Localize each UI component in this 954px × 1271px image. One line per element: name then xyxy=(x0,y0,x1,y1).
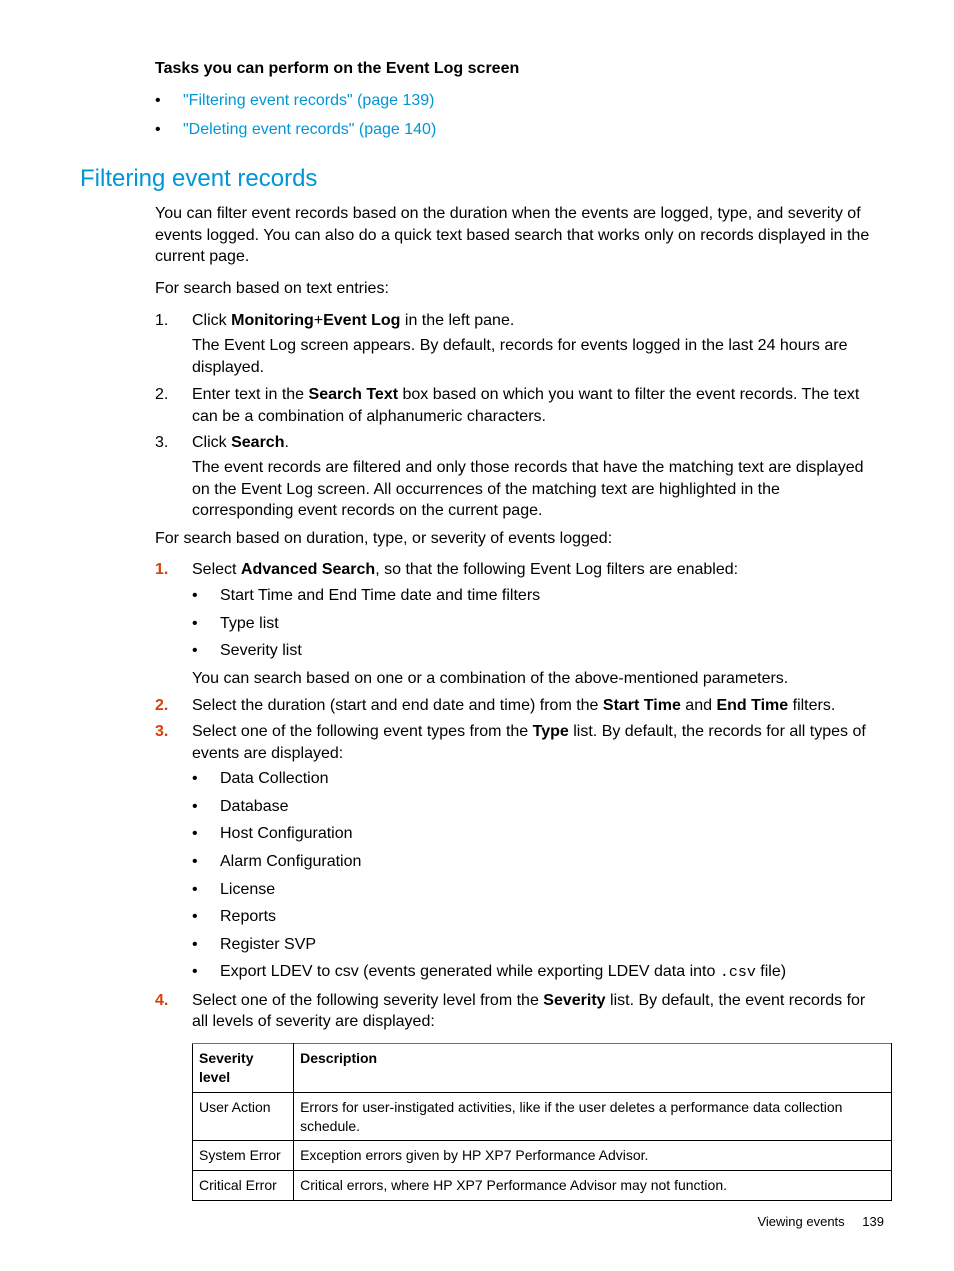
sub-bullet-text: Severity list xyxy=(220,640,302,662)
bullet-icon: • xyxy=(155,119,183,141)
table-header: Description xyxy=(294,1043,892,1092)
sub-bullet-text: Start Time and End Time date and time fi… xyxy=(220,585,540,607)
sub-bullet-row: •Register SVP xyxy=(192,934,884,956)
bullet-icon: • xyxy=(192,934,220,956)
sub-bullet-text: Export LDEV to csv (events generated whi… xyxy=(220,961,786,983)
bullet-icon: • xyxy=(192,906,220,928)
section-heading: Filtering event records xyxy=(80,163,884,195)
table-row: System Error Exception errors given by H… xyxy=(193,1141,892,1171)
sub-bullet-row: •License xyxy=(192,879,884,901)
sub-bullet-text: Register SVP xyxy=(220,934,316,956)
adv-step-row: 2. Select the duration (start and end da… xyxy=(155,695,884,717)
footer-label: Viewing events xyxy=(757,1214,844,1229)
step-number: 4. xyxy=(155,990,192,1012)
task-link-row: • "Filtering event records" (page 139) xyxy=(155,90,884,112)
sub-bullet-row: • Type list xyxy=(192,613,884,635)
step-row: 2. Enter text in the Search Text box bas… xyxy=(155,384,884,427)
sub-bullet-text: Host Configuration xyxy=(220,823,353,845)
step-body: Enter text in the Search Text box based … xyxy=(192,384,884,427)
table-row: Critical Error Critical errors, where HP… xyxy=(193,1171,892,1201)
sub-bullet-text: License xyxy=(220,879,275,901)
bullet-icon: • xyxy=(192,585,220,607)
severity-table: Severity level Description User Action E… xyxy=(192,1043,892,1201)
sub-bullet-row: •Database xyxy=(192,796,884,818)
bullet-icon: • xyxy=(192,613,220,635)
sub-bullet-row: •Alarm Configuration xyxy=(192,851,884,873)
table-cell: Errors for user-instigated activities, l… xyxy=(294,1092,892,1141)
step-row: 1. Click Monitoring+Event Log in the lef… xyxy=(155,310,884,332)
sub-bullet-row: • Export LDEV to csv (events generated w… xyxy=(192,961,884,983)
adv-step-row: 3. Select one of the following event typ… xyxy=(155,721,884,764)
table-cell: Critical errors, where HP XP7 Performanc… xyxy=(294,1171,892,1201)
bullet-icon: • xyxy=(192,879,220,901)
step-number: 3. xyxy=(155,432,192,454)
page-footer: Viewing events 139 xyxy=(757,1213,884,1231)
task-link[interactable]: "Deleting event records" (page 140) xyxy=(183,119,436,141)
sub-bullet-text: Reports xyxy=(220,906,276,928)
step-body: Click Search. xyxy=(192,432,884,454)
step-body: Select the duration (start and end date … xyxy=(192,695,884,717)
step-sub: The Event Log screen appears. By default… xyxy=(192,335,884,378)
sub-bullet-row: • Start Time and End Time date and time … xyxy=(192,585,884,607)
step-number: 1. xyxy=(155,310,192,332)
tasks-heading: Tasks you can perform on the Event Log s… xyxy=(155,58,884,80)
step-row: 3. Click Search. xyxy=(155,432,884,454)
table-header: Severity level xyxy=(193,1043,294,1092)
bullet-icon: • xyxy=(192,961,220,983)
step-sub: The event records are filtered and only … xyxy=(192,457,884,522)
page-number: 139 xyxy=(862,1214,884,1229)
adv-search-lead: For search based on duration, type, or s… xyxy=(155,528,884,550)
sub-bullet-text: Type list xyxy=(220,613,279,635)
step-body: Select Advanced Search, so that the foll… xyxy=(192,559,884,581)
bullet-icon: • xyxy=(192,796,220,818)
step-body: Select one of the following event types … xyxy=(192,721,884,764)
sub-bullet-row: •Host Configuration xyxy=(192,823,884,845)
sub-bullet-text: Database xyxy=(220,796,289,818)
task-link[interactable]: "Filtering event records" (page 139) xyxy=(183,90,434,112)
sub-bullet-row: •Data Collection xyxy=(192,768,884,790)
step-number: 3. xyxy=(155,721,192,743)
sub-bullet-row: • Severity list xyxy=(192,640,884,662)
bullet-icon: • xyxy=(192,768,220,790)
step-body: Click Monitoring+Event Log in the left p… xyxy=(192,310,884,332)
sub-bullet-text: Alarm Configuration xyxy=(220,851,361,873)
text-search-lead: For search based on text entries: xyxy=(155,278,884,300)
bullet-icon: • xyxy=(155,90,183,112)
step-number: 2. xyxy=(155,384,192,406)
step-body: Select one of the following severity lev… xyxy=(192,990,884,1033)
step-number: 1. xyxy=(155,559,192,581)
task-link-row: • "Deleting event records" (page 140) xyxy=(155,119,884,141)
table-cell: System Error xyxy=(193,1141,294,1171)
bullet-icon: • xyxy=(192,851,220,873)
step-tail: You can search based on one or a combina… xyxy=(192,668,884,690)
step-number: 2. xyxy=(155,695,192,717)
table-row: User Action Errors for user-instigated a… xyxy=(193,1092,892,1141)
sub-bullet-row: •Reports xyxy=(192,906,884,928)
table-cell: Critical Error xyxy=(193,1171,294,1201)
table-cell: User Action xyxy=(193,1092,294,1141)
sub-bullet-text: Data Collection xyxy=(220,768,329,790)
adv-step-row: 4. Select one of the following severity … xyxy=(155,990,884,1033)
adv-step-row: 1. Select Advanced Search, so that the f… xyxy=(155,559,884,581)
bullet-icon: • xyxy=(192,823,220,845)
table-cell: Exception errors given by HP XP7 Perform… xyxy=(294,1141,892,1171)
intro-paragraph: You can filter event records based on th… xyxy=(155,203,884,268)
bullet-icon: • xyxy=(192,640,220,662)
